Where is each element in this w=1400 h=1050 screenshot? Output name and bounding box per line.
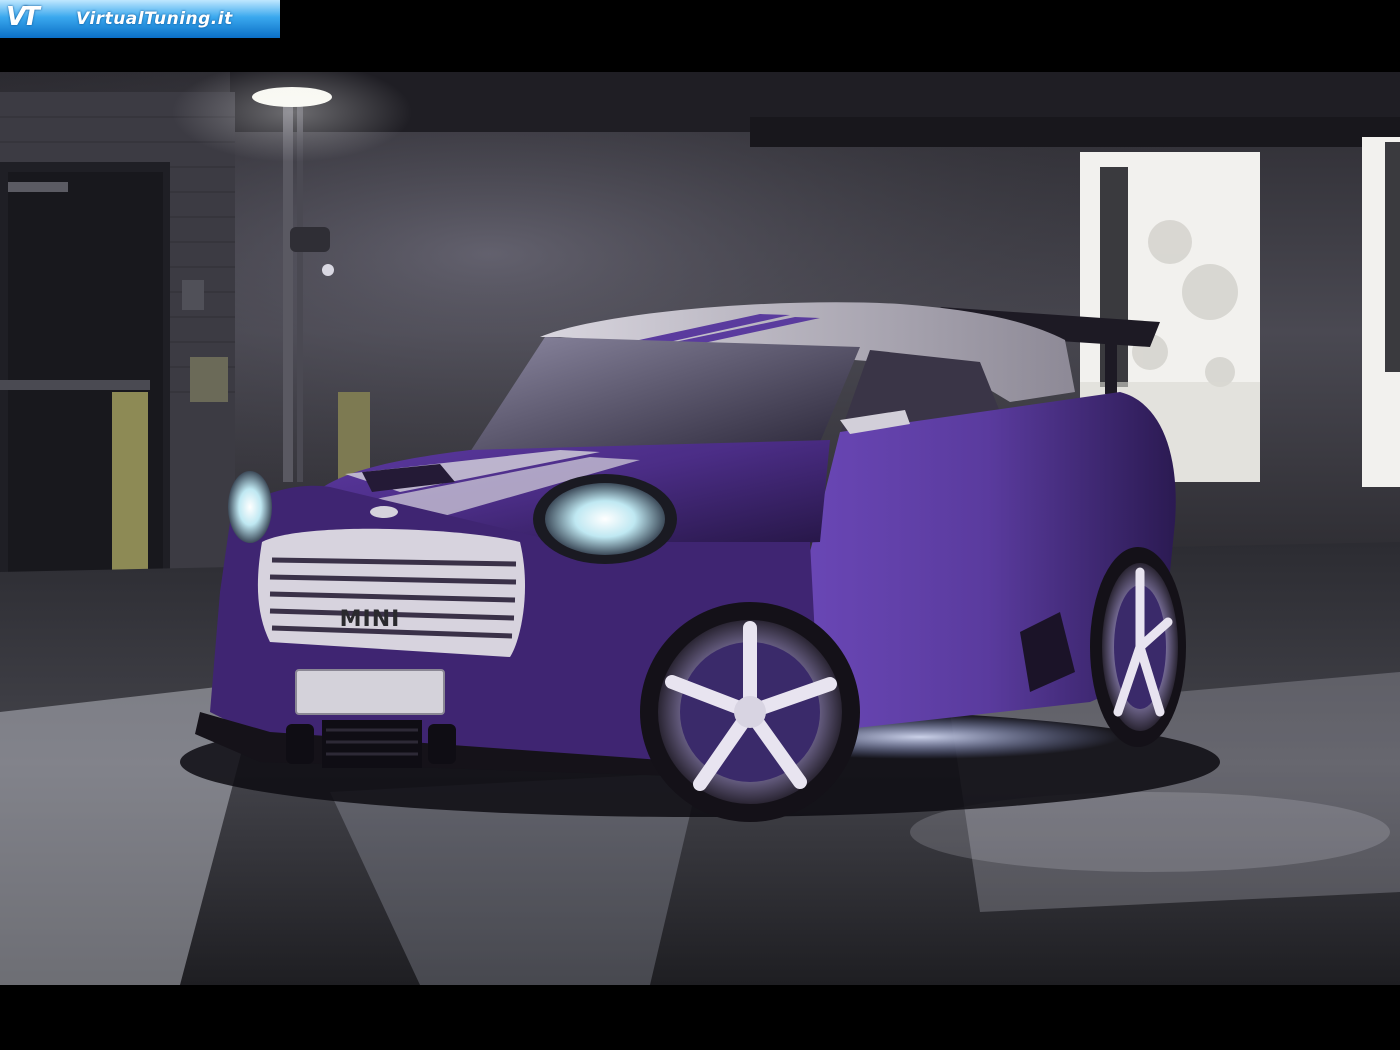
license-plate — [295, 669, 445, 715]
door-push-bar — [0, 380, 150, 390]
lower-intake — [322, 720, 422, 768]
front-wheel — [640, 602, 860, 822]
license-plate-text: MINI — [339, 607, 401, 632]
rear-wheel — [1090, 547, 1186, 747]
headlight-right — [545, 483, 665, 555]
headlight-left — [228, 471, 272, 543]
scene-illustration — [0, 72, 1400, 985]
virtualtuning-watermark: VT VirtualTuning.it — [0, 0, 280, 38]
garage-scene — [0, 72, 1400, 985]
wall-light — [322, 264, 334, 276]
vt-logo: VT — [6, 2, 40, 32]
watermark-site-name: VirtualTuning.it — [76, 9, 233, 29]
mini-badge — [370, 506, 398, 518]
bollard-right — [338, 392, 370, 482]
wall-panel — [190, 357, 228, 402]
letterbox-bottom — [0, 985, 1400, 1050]
